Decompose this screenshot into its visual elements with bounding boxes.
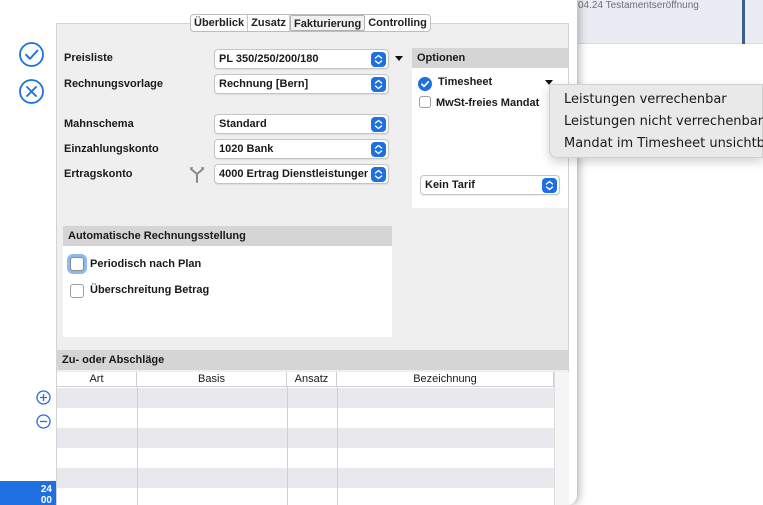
updown-chevron-icon	[542, 178, 557, 193]
rechnungsvorlage-label: Rechnungsvorlage	[64, 78, 164, 90]
preisliste-select[interactable]: PL 350/250/200/180	[214, 49, 389, 69]
table-row[interactable]	[57, 388, 554, 408]
add-row-button[interactable]	[36, 390, 51, 405]
exceed-label: Überschreitung Betrag	[90, 284, 210, 296]
table-row[interactable]	[57, 488, 554, 505]
auto-billing-title: Automatische Rechnungsstellung	[63, 226, 392, 246]
background-window-strip: 04.24 Testamentseröffnung	[560, 0, 763, 44]
table-scrollbar[interactable]	[554, 372, 569, 505]
x-circle-icon	[19, 79, 44, 104]
background-window-divider	[742, 0, 745, 44]
surcharges-table: Art Basis Ansatz Bezeichnung	[57, 372, 569, 505]
timesheet-checkbox[interactable]	[418, 77, 432, 91]
checkmark-circle-icon	[19, 42, 44, 67]
menu-item-leistungen-verrechenbar[interactable]: Leistungen verrechenbar	[564, 92, 727, 107]
column-divider	[337, 387, 338, 505]
preisliste-value: PL 350/250/200/180	[219, 53, 319, 65]
remove-row-button[interactable]	[36, 414, 51, 429]
einzahlungskonto-label: Einzahlungskonto	[64, 143, 159, 155]
tab-bar: Überblick Zusatz Fakturierung Controllin…	[190, 14, 431, 32]
updown-chevron-icon	[371, 142, 386, 157]
updown-chevron-icon	[371, 167, 386, 182]
mahnschema-select[interactable]: Standard	[214, 114, 389, 134]
options-title: Optionen	[412, 48, 568, 68]
background-window-title: 04.24 Testamentseröffnung	[578, 0, 699, 11]
table-row[interactable]	[57, 428, 554, 448]
plus-circle-icon	[36, 390, 51, 405]
periodic-checkbox[interactable]	[70, 257, 84, 271]
periodic-label: Periodisch nach Plan	[90, 258, 202, 270]
updown-chevron-icon	[371, 77, 386, 92]
column-header-ansatz[interactable]: Ansatz	[287, 372, 337, 387]
tarif-value: Kein Tarif	[425, 179, 475, 191]
updown-chevron-icon	[371, 117, 386, 132]
mahnschema-value: Standard	[219, 118, 267, 130]
column-header-art[interactable]: Art	[57, 372, 137, 387]
tab-controlling[interactable]: Controlling	[365, 15, 430, 31]
ertragskonto-select[interactable]: 4000 Ertrag Dienstleistungen	[214, 164, 389, 184]
column-header-basis[interactable]: Basis	[137, 372, 287, 387]
tab-ueberblick[interactable]: Überblick	[191, 15, 249, 31]
confirm-button[interactable]	[18, 41, 45, 68]
einzahlungskonto-select[interactable]: 1020 Bank	[214, 139, 389, 159]
tab-zusatz[interactable]: Zusatz	[248, 15, 290, 31]
column-divider	[137, 387, 138, 505]
split-arrows-icon[interactable]	[188, 165, 206, 183]
timesheet-label: Timesheet	[438, 76, 493, 88]
mwst-checkbox[interactable]	[419, 96, 431, 108]
mwst-label: MwSt-freies Mandat	[436, 97, 540, 109]
surcharges-title: Zu- oder Abschläge	[57, 350, 569, 370]
tarif-select[interactable]: Kein Tarif	[420, 175, 560, 195]
table-row[interactable]	[57, 468, 554, 488]
cancel-button[interactable]	[18, 78, 45, 105]
menu-item-leistungen-nicht-verrechenbar[interactable]: Leistungen nicht verrechenbar	[564, 114, 763, 129]
checkmark-icon	[420, 80, 430, 88]
column-divider	[287, 387, 288, 505]
table-row[interactable]	[57, 448, 554, 468]
preisliste-label: Preisliste	[64, 52, 113, 64]
exceed-checkbox[interactable]	[70, 284, 84, 298]
timesheet-menu: Leistungen verrechenbar Leistungen nicht…	[549, 84, 763, 158]
einzahlungskonto-value: 1020 Bank	[219, 143, 274, 155]
minus-circle-icon	[36, 414, 51, 429]
date-badge-line2: 00	[40, 495, 52, 505]
ertragskonto-label: Ertragskonto	[64, 168, 133, 180]
date-badge: 24 00	[0, 481, 56, 505]
column-header-bezeichnung[interactable]: Bezeichnung	[337, 372, 554, 387]
updown-chevron-icon	[371, 52, 386, 67]
date-badge-line1: 24	[40, 484, 52, 495]
mahnschema-label: Mahnschema	[64, 118, 134, 130]
menu-item-mandat-unsichtbar[interactable]: Mandat im Timesheet unsichtbar	[564, 136, 763, 151]
ertragskonto-value: 4000 Ertrag Dienstleistungen	[219, 168, 368, 180]
rechnungsvorlage-value: Rechnung [Bern]	[219, 78, 309, 90]
mandate-sheet: 24 00 Überblick Zusatz Fakturierung Cont…	[0, 0, 578, 505]
preisliste-menu-arrow-icon[interactable]	[395, 56, 403, 61]
tab-fakturierung[interactable]: Fakturierung	[289, 15, 366, 31]
rechnungsvorlage-select[interactable]: Rechnung [Bern]	[214, 74, 389, 94]
table-row[interactable]	[57, 408, 554, 428]
